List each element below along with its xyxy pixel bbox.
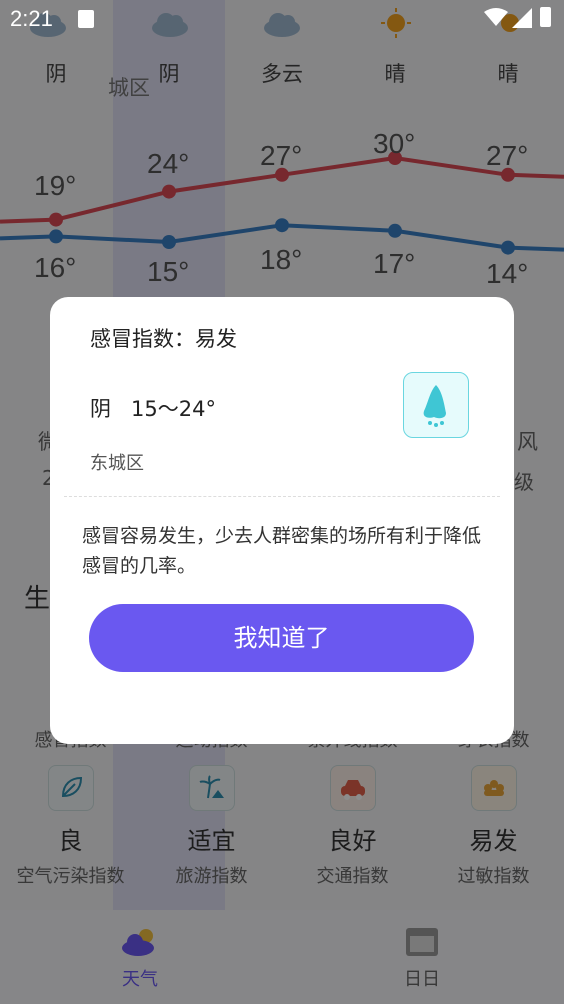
nose-icon <box>403 372 469 438</box>
status-bar: 2:21 <box>0 0 564 38</box>
dialog-description: 感冒容易发生，少去人群密集的场所有利于降低感冒的几率。 <box>82 525 482 577</box>
cold-index-dialog: 感冒指数：易发 阴 15～24° 东城区 感冒容易发生，少去人群密集的场所有利于… <box>50 297 514 744</box>
signal-icon <box>512 8 532 32</box>
dialog-area: 东城区 <box>90 453 144 474</box>
notification-icon <box>78 10 94 28</box>
dialog-title: 感冒指数：易发 <box>90 327 237 351</box>
battery-icon <box>540 7 551 27</box>
divider <box>64 496 500 497</box>
confirm-button[interactable]: 我知道了 <box>89 604 474 672</box>
status-time: 2:21 <box>10 6 53 31</box>
dialog-weather: 阴 15～24° <box>90 397 216 421</box>
wifi-icon <box>484 8 508 32</box>
